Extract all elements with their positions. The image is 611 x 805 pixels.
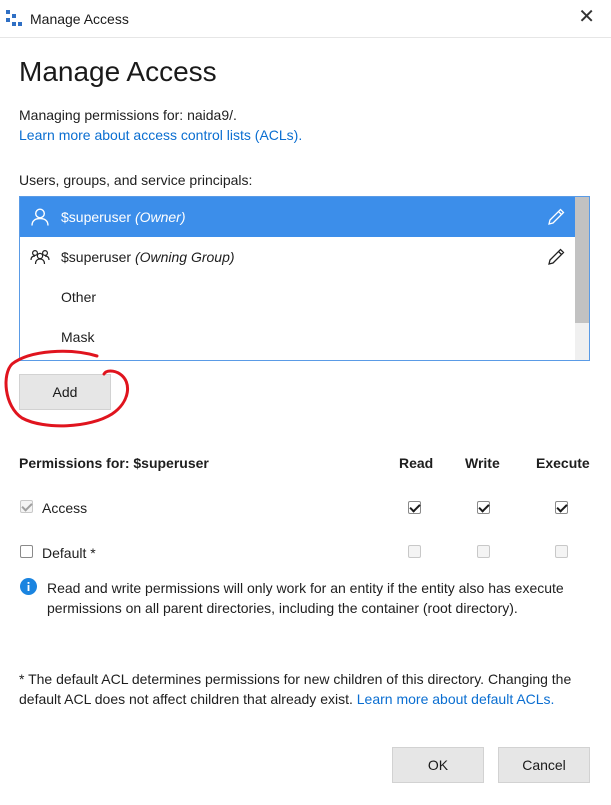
column-read: Read	[399, 455, 434, 471]
managing-permissions-text: Managing permissions for: naida9/.	[19, 107, 237, 123]
cancel-button[interactable]: Cancel	[498, 747, 590, 783]
column-write: Write	[465, 455, 500, 471]
access-execute-checkbox[interactable]	[555, 501, 568, 514]
access-row-checkbox	[20, 500, 33, 513]
principal-item-other[interactable]: Other	[20, 277, 575, 317]
list-scrollbar[interactable]	[575, 197, 589, 360]
access-row-label: Access	[42, 500, 88, 516]
principals-label: Users, groups, and service principals:	[19, 172, 253, 188]
close-icon[interactable]: ✕	[578, 7, 595, 27]
add-button[interactable]: Add	[19, 374, 111, 410]
default-acl-footnote: * The default ACL determines permissions…	[19, 669, 591, 709]
edit-icon[interactable]	[546, 207, 566, 227]
principal-label: Mask	[61, 329, 95, 345]
default-row-checkbox[interactable]	[20, 545, 33, 558]
learn-acl-link[interactable]: Learn more about access control lists (A…	[19, 127, 302, 143]
group-icon	[30, 248, 50, 266]
principal-item-owning-group[interactable]: $superuser (Owning Group)	[20, 237, 575, 277]
default-write-checkbox	[477, 545, 490, 558]
principals-list[interactable]: $superuser (Owner) $superuser (Owning Gr…	[19, 196, 590, 361]
learn-default-acl-link[interactable]: Learn more about default ACLs.	[357, 691, 555, 707]
scrollbar-thumb[interactable]	[575, 197, 589, 323]
principal-label: $superuser (Owning Group)	[61, 249, 235, 265]
user-icon	[30, 208, 50, 226]
info-note: Read and write permissions will only wor…	[47, 580, 564, 616]
edit-icon[interactable]	[546, 247, 566, 267]
default-read-checkbox	[408, 545, 421, 558]
principal-label: Other	[61, 289, 97, 305]
default-execute-checkbox	[555, 545, 568, 558]
permissions-header: Permissions for: $superuser	[19, 455, 209, 471]
principal-item-owner[interactable]: $superuser (Owner)	[20, 197, 575, 237]
ok-button[interactable]: OK	[392, 747, 484, 783]
column-execute: Execute	[536, 455, 590, 471]
storage-explorer-icon	[6, 10, 22, 28]
access-read-checkbox[interactable]	[408, 501, 421, 514]
access-write-checkbox[interactable]	[477, 501, 490, 514]
principal-label: $superuser (Owner)	[61, 209, 186, 225]
window-title: Manage Access	[30, 11, 129, 27]
principal-item-mask[interactable]: Mask	[20, 317, 575, 357]
info-icon	[20, 578, 37, 595]
dialog-heading: Manage Access	[19, 56, 217, 87]
default-row-label: Default *	[42, 545, 96, 561]
title-bar: Manage Access ✕	[0, 0, 611, 38]
